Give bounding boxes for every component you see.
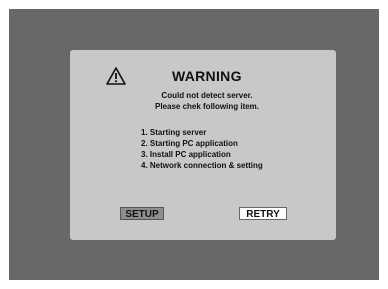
check-item: 3. Install PC application — [141, 150, 231, 159]
check-item-list: 1. Starting server 2. Starting PC applic… — [141, 127, 263, 171]
setup-button[interactable]: SETUP — [120, 207, 164, 220]
message-line-1: Could not detect server. — [161, 91, 253, 100]
message-line-2: Please chek following item. — [154, 102, 260, 111]
check-item: 2. Starting PC application — [141, 139, 238, 148]
check-item: 1. Starting server — [141, 128, 207, 137]
retry-button[interactable]: RETRY — [239, 207, 287, 220]
dialog-title: WARNING — [172, 68, 242, 84]
check-item: 4. Network connection & setting — [141, 161, 263, 170]
warning-triangle-icon — [106, 67, 126, 85]
